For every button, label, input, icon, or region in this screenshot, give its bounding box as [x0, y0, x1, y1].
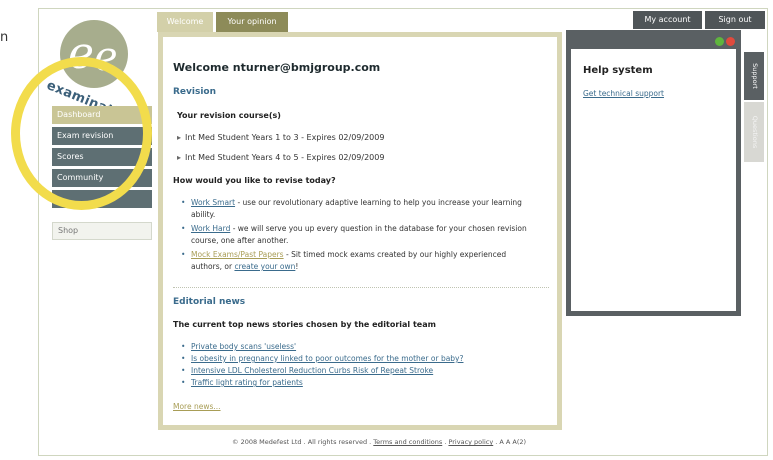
bullet-icon: • — [181, 366, 186, 375]
create-your-own-link[interactable]: create your own — [234, 262, 295, 271]
nav-item-shop[interactable]: Shop — [52, 222, 152, 240]
copyright-text: © 2008 Medefest Ltd . All rights reserve… — [232, 438, 374, 446]
tab-welcome[interactable]: Welcome — [157, 12, 213, 32]
logo-mark: e e — [60, 20, 128, 88]
bullet-icon: • — [181, 198, 186, 207]
nav-item-scores[interactable]: Scores — [52, 148, 152, 166]
terms-link[interactable]: Terms and conditions — [373, 438, 442, 446]
stray-text: n — [0, 30, 9, 45]
main-panel: Welcome nturner@bmjgroup.com Revision Yo… — [158, 32, 562, 430]
nav-item-community[interactable]: Community — [52, 169, 152, 187]
bullet-icon: • — [181, 342, 186, 351]
revision-options: • Work Smart - use our revolutionary adap… — [181, 197, 539, 275]
news-link[interactable]: Private body scans 'useless' — [191, 342, 296, 351]
technical-support-link[interactable]: Get technical support — [583, 89, 664, 98]
help-panel-header — [571, 35, 736, 49]
nav-item-blank[interactable] — [52, 190, 152, 208]
list-item: • Is obesity in pregnancy linked to poor … — [181, 353, 541, 365]
nav-item-dashboard[interactable]: Dashboard — [52, 106, 152, 124]
list-item: • Intensive LDL Cholesterol Reduction Cur… — [181, 365, 541, 377]
news-link[interactable]: Is obesity in pregnancy linked to poor o… — [191, 354, 463, 363]
welcome-heading: Welcome nturner@bmjgroup.com — [173, 61, 381, 74]
list-item: • Traffic light rating for patients — [181, 377, 541, 389]
list-item: • Private body scans 'useless' — [181, 341, 541, 353]
more-news-link[interactable]: More news... — [173, 402, 221, 411]
text-size-controls[interactable]: . A A A(2) — [493, 438, 526, 446]
how-heading: How would you like to revise today? — [173, 176, 336, 185]
minimize-icon[interactable] — [715, 37, 724, 46]
course-item: ▸ Int Med Student Years 1 to 3 - Expires … — [177, 133, 385, 142]
svg-text:e: e — [94, 34, 118, 80]
bullet-icon: • — [181, 224, 186, 233]
bullet-icon: • — [181, 354, 186, 363]
list-item: • Work Hard - we will serve you up every … — [181, 224, 527, 245]
tab-questions[interactable]: Questions — [744, 102, 764, 162]
work-smart-link[interactable]: Work Smart — [191, 198, 235, 207]
arrow-icon: ▸ — [177, 153, 182, 162]
help-title: Help system — [583, 65, 653, 76]
left-nav: Dashboard Exam revision Scores Community — [52, 106, 152, 190]
nav-item-exam-revision[interactable]: Exam revision — [52, 127, 152, 145]
news-link[interactable]: Intensive LDL Cholesterol Reduction Curb… — [191, 366, 433, 375]
sign-out-button[interactable]: Sign out — [705, 11, 765, 29]
privacy-link[interactable]: Privacy policy — [448, 438, 493, 446]
mock-exams-link[interactable]: Mock Exams/Past Papers — [191, 250, 284, 259]
list-item: • Mock Exams/Past Papers - Sit timed mock… — [181, 250, 507, 271]
news-list: • Private body scans 'useless' • Is obesit… — [181, 341, 541, 389]
top-stories-heading: The current top news stories chosen by t… — [173, 320, 436, 329]
footer: © 2008 Medefest Ltd . All rights reserve… — [232, 438, 527, 446]
work-hard-link[interactable]: Work Hard — [191, 224, 230, 233]
bullet-icon: • — [181, 378, 186, 387]
revision-heading: Revision — [173, 87, 217, 97]
divider — [173, 287, 549, 288]
tab-your-opinion[interactable]: Your opinion — [216, 12, 288, 32]
arrow-icon: ▸ — [177, 133, 182, 142]
bullet-icon: • — [181, 250, 186, 259]
svg-text:e: e — [68, 28, 94, 79]
courses-heading: Your revision course(s) — [177, 111, 281, 120]
list-item: • Work Smart - use our revolutionary adap… — [181, 198, 522, 219]
help-panel: Help system Get technical support — [566, 30, 741, 316]
news-link[interactable]: Traffic light rating for patients — [191, 378, 303, 387]
my-account-button[interactable]: My account — [633, 11, 702, 29]
tab-support[interactable]: Support — [744, 52, 764, 100]
editorial-heading: Editorial news — [173, 297, 246, 307]
close-icon[interactable] — [726, 37, 735, 46]
course-item: ▸ Int Med Student Years 4 to 5 - Expires … — [177, 153, 385, 162]
